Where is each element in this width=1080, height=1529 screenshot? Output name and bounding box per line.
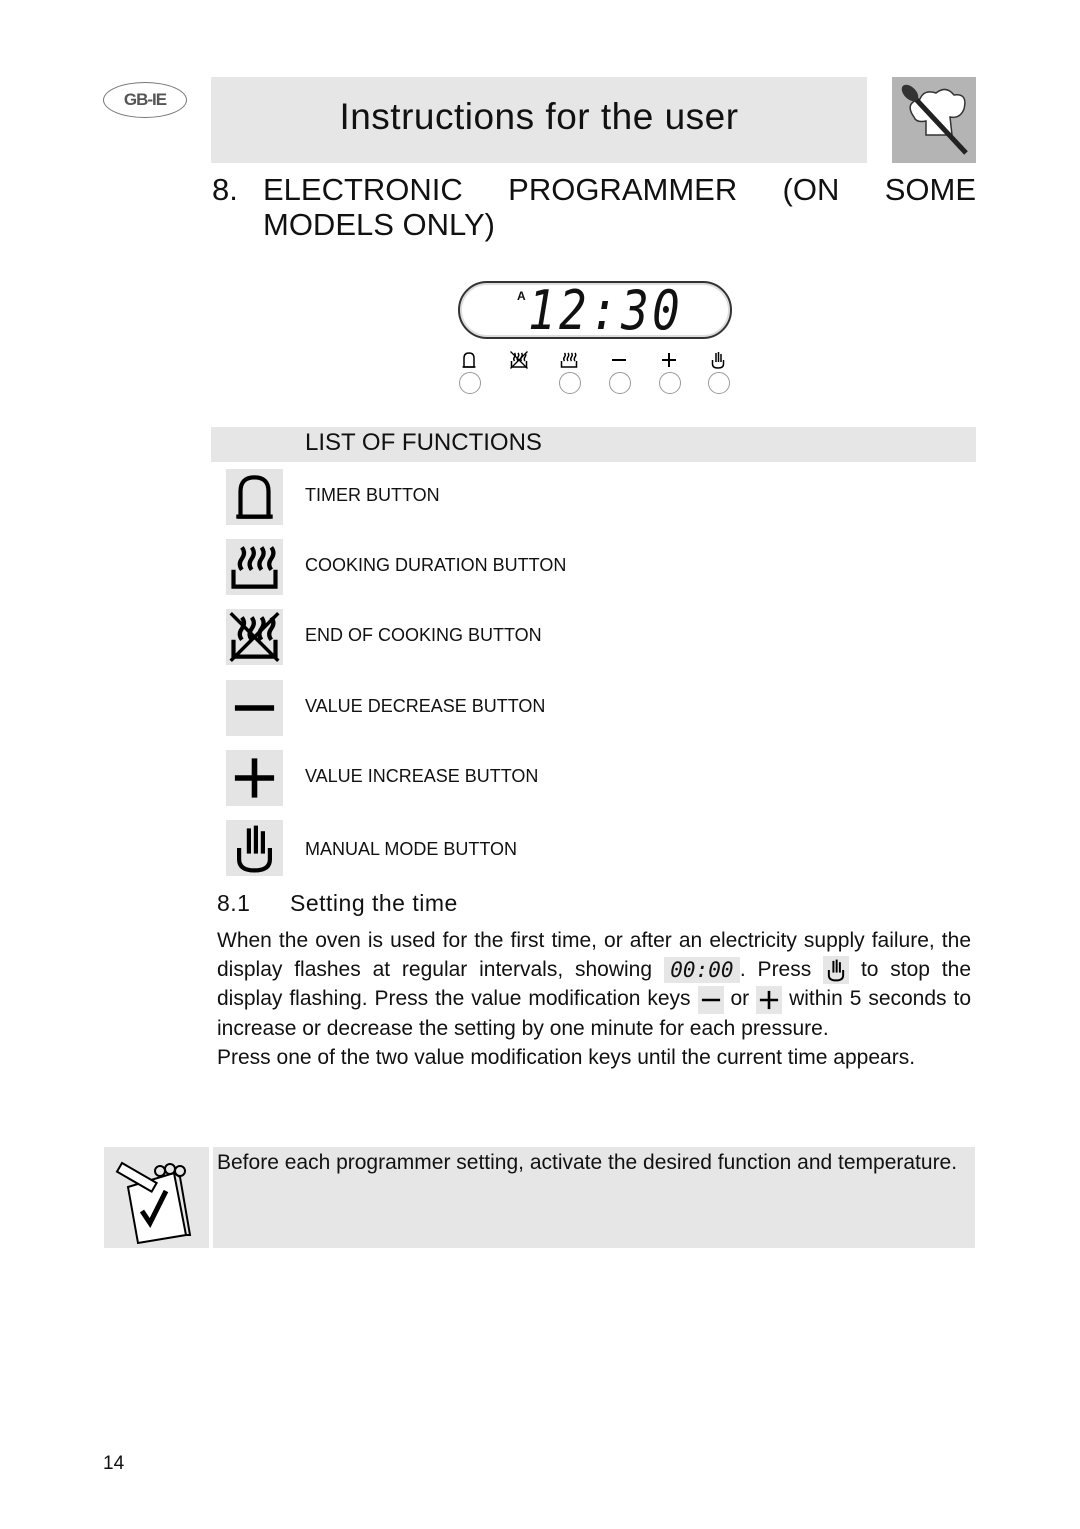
page-header: Instructions for the user bbox=[211, 77, 867, 163]
minus-icon bbox=[609, 350, 629, 370]
functions-title: LIST OF FUNCTIONS bbox=[305, 429, 542, 456]
cooking-duration-key[interactable] bbox=[559, 372, 581, 394]
minus-icon bbox=[697, 985, 724, 1014]
function-item: VALUE INCREASE BUTTON bbox=[226, 750, 986, 806]
section-title-line2: MODELS ONLY) bbox=[263, 207, 495, 242]
auto-indicator: A bbox=[517, 289, 526, 303]
bell-icon bbox=[226, 469, 283, 525]
hand-icon bbox=[823, 956, 850, 985]
manual-page: GB-IE Instructions for the user 8. ELECT… bbox=[0, 0, 1080, 1529]
hand-icon bbox=[226, 820, 283, 876]
display-sample: 00:00 bbox=[663, 957, 740, 984]
note-box: Before each programmer setting, activate… bbox=[213, 1147, 975, 1248]
subsection-number: 8.1 bbox=[217, 890, 251, 916]
note-text: Before each programmer setting, activate… bbox=[217, 1151, 958, 1174]
plus-icon bbox=[659, 350, 679, 370]
function-item: COOKING DURATION BUTTON bbox=[226, 539, 986, 595]
subsection-heading: 8.1 Setting the time bbox=[217, 890, 458, 917]
end-cooking-icon bbox=[509, 350, 529, 370]
notepad-check-icon bbox=[104, 1147, 209, 1248]
function-label: VALUE DECREASE BUTTON bbox=[305, 696, 546, 716]
page-title: Instructions for the user bbox=[339, 96, 739, 137]
bell-icon bbox=[459, 350, 479, 370]
body-text-4: or bbox=[730, 987, 750, 1011]
body-text-6: Press one of the two value modification … bbox=[217, 1045, 916, 1069]
hand-icon bbox=[708, 350, 728, 370]
body-text: When the oven is used for the first time… bbox=[217, 926, 971, 1072]
minus-icon bbox=[226, 680, 283, 736]
function-item: MANUAL MODE BUTTON bbox=[226, 820, 986, 876]
function-item: VALUE DECREASE BUTTON bbox=[226, 680, 986, 736]
section-title-line1: ELECTRONIC PROGRAMMER (ON SOME bbox=[263, 172, 976, 207]
function-label: TIMER BUTTON bbox=[305, 485, 440, 505]
region-badge: GB-IE bbox=[103, 82, 187, 118]
programmer-display: A 12:30 bbox=[458, 279, 732, 342]
subsection-title: Setting the time bbox=[290, 890, 458, 916]
function-label: COOKING DURATION BUTTON bbox=[305, 555, 567, 575]
functions-header: LIST OF FUNCTIONS bbox=[211, 427, 976, 462]
plus-icon bbox=[756, 985, 783, 1014]
decrease-key[interactable] bbox=[609, 372, 631, 394]
body-text-1: When the oven is used for the first time… bbox=[217, 929, 971, 981]
function-label: MANUAL MODE BUTTON bbox=[305, 839, 518, 859]
function-item: TIMER BUTTON bbox=[226, 469, 986, 525]
section-number: 8. bbox=[212, 172, 238, 207]
function-item: END OF COOKING BUTTON bbox=[226, 609, 986, 665]
cooking-duration-icon bbox=[226, 539, 283, 595]
chef-hat-spoon-icon bbox=[892, 77, 976, 163]
body-text-2: . Press bbox=[739, 958, 812, 981]
timer-key[interactable] bbox=[459, 372, 481, 394]
cooking-duration-icon bbox=[559, 350, 579, 370]
increase-key[interactable] bbox=[659, 372, 681, 394]
page-number: 14 bbox=[103, 1453, 125, 1474]
end-cooking-icon bbox=[226, 609, 283, 665]
function-label: END OF COOKING BUTTON bbox=[305, 625, 542, 645]
display-time: 12:30 bbox=[528, 279, 684, 342]
manual-key[interactable] bbox=[708, 372, 730, 394]
plus-icon bbox=[226, 750, 283, 806]
function-label: VALUE INCREASE BUTTON bbox=[305, 766, 539, 786]
